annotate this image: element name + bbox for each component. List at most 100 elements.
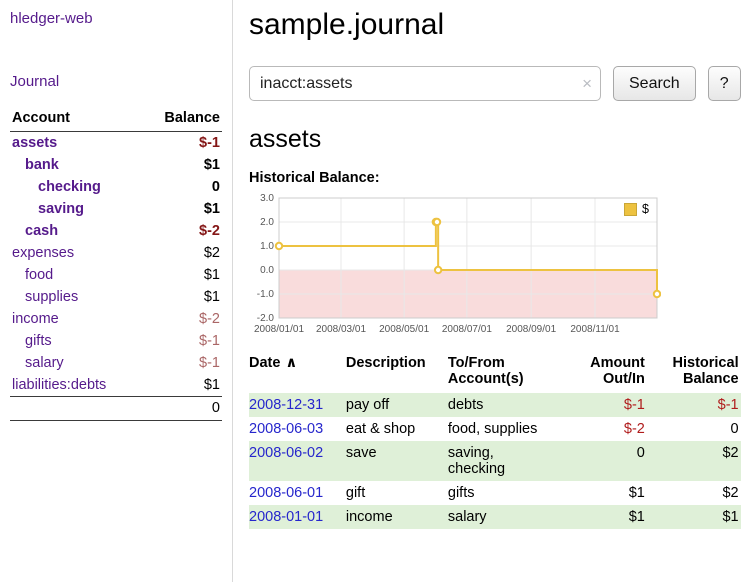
account-balance: $1 xyxy=(142,374,222,397)
register-row: 2008-06-01 gift gifts $1 $2 xyxy=(249,481,741,505)
account-balance: $-2 xyxy=(142,220,222,242)
svg-text:2.0: 2.0 xyxy=(260,217,274,228)
accounts-header-balance: Balance xyxy=(142,106,222,132)
transaction-date-link[interactable]: 2008-06-02 xyxy=(249,445,323,461)
account-heading: assets xyxy=(249,125,741,154)
register-row: 2008-06-02 save saving, checking 0 $2 xyxy=(249,441,741,481)
account-link[interactable]: assets xyxy=(12,135,57,151)
register-table: Date∧ Description To/From Account(s) Amo… xyxy=(249,353,741,529)
register-header-amount: Amount Out/In xyxy=(575,353,653,393)
transaction-balance: 0 xyxy=(653,417,741,441)
svg-text:2008/01/01: 2008/01/01 xyxy=(254,324,304,335)
search-input[interactable] xyxy=(249,66,601,101)
search-box: × xyxy=(249,66,601,101)
page-title: sample.journal xyxy=(249,8,741,42)
register-header-balance: Historical Balance xyxy=(653,353,741,393)
account-balance: $1 xyxy=(142,286,222,308)
accounts-table: Account Balance assets $-1 bank $1 check… xyxy=(10,106,222,421)
account-link[interactable]: checking xyxy=(38,179,101,195)
account-balance: $-1 xyxy=(142,330,222,352)
accounts-total-spacer xyxy=(10,397,142,421)
account-row: liabilities:debts $1 xyxy=(10,374,222,397)
register-header-row: Date∧ Description To/From Account(s) Amo… xyxy=(249,353,741,393)
account-link[interactable]: expenses xyxy=(12,245,74,261)
transaction-date-cell: 2008-06-02 xyxy=(249,441,346,481)
app-title-link[interactable]: hledger-web xyxy=(10,10,222,27)
account-name-cell: checking xyxy=(10,176,142,198)
svg-text:1.0: 1.0 xyxy=(260,241,274,252)
register-header-accounts: To/From Account(s) xyxy=(448,353,575,393)
svg-text:2008/07/01: 2008/07/01 xyxy=(442,324,492,335)
account-balance: $-2 xyxy=(142,308,222,330)
transaction-accounts: debts xyxy=(448,393,575,417)
transaction-accounts: salary xyxy=(448,505,575,529)
transaction-description: income xyxy=(346,505,448,529)
account-balance: $2 xyxy=(142,242,222,264)
transaction-date-link[interactable]: 2008-12-31 xyxy=(249,397,323,413)
accounts-header-row: Account Balance xyxy=(10,106,222,132)
transaction-date-link[interactable]: 2008-06-03 xyxy=(249,421,323,437)
transaction-amount: $-2 xyxy=(575,417,653,441)
transaction-date-link[interactable]: 2008-01-01 xyxy=(249,509,323,525)
account-link[interactable]: supplies xyxy=(25,289,78,305)
account-link[interactable]: food xyxy=(25,267,53,283)
account-balance: $1 xyxy=(142,198,222,220)
account-row: salary $-1 xyxy=(10,352,222,374)
account-row: expenses $2 xyxy=(10,242,222,264)
register-header-date-label: Date xyxy=(249,355,280,371)
account-balance: 0 xyxy=(142,176,222,198)
account-row: gifts $-1 xyxy=(10,330,222,352)
sidebar-item-journal[interactable]: Journal xyxy=(10,73,222,90)
transaction-balance: $2 xyxy=(653,481,741,505)
balance-chart: 3.02.01.00.0-1.0-2.02008/01/012008/03/01… xyxy=(249,192,661,343)
account-name-cell: salary xyxy=(10,352,142,374)
account-name-cell: income xyxy=(10,308,142,330)
transaction-accounts: food, supplies xyxy=(448,417,575,441)
svg-text:-2.0: -2.0 xyxy=(257,313,275,324)
accounts-total-row: 0 xyxy=(10,397,222,421)
main-content: sample.journal × Search ? assets Histori… xyxy=(233,0,742,582)
account-link[interactable]: salary xyxy=(25,355,64,371)
transaction-description: eat & shop xyxy=(346,417,448,441)
hledger-web-app: hledger-web Journal Account Balance asse… xyxy=(0,0,742,582)
transaction-balance: $2 xyxy=(653,441,741,481)
account-link[interactable]: cash xyxy=(25,223,58,239)
account-name-cell: cash xyxy=(10,220,142,242)
accounts-total-value: 0 xyxy=(142,397,222,421)
account-row: supplies $1 xyxy=(10,286,222,308)
transaction-date-cell: 2008-06-03 xyxy=(249,417,346,441)
transaction-amount: $1 xyxy=(575,481,653,505)
account-link[interactable]: liabilities:debts xyxy=(12,377,106,393)
account-link[interactable]: income xyxy=(12,311,59,327)
account-link[interactable]: saving xyxy=(38,201,84,217)
search-button[interactable]: Search xyxy=(613,66,696,101)
account-link[interactable]: gifts xyxy=(25,333,52,349)
search-form: × Search ? xyxy=(249,66,741,101)
account-row: food $1 xyxy=(10,264,222,286)
transaction-accounts: gifts xyxy=(448,481,575,505)
svg-text:-1.0: -1.0 xyxy=(257,289,275,300)
account-balance: $-1 xyxy=(142,352,222,374)
account-row: saving $1 xyxy=(10,198,222,220)
register-table-body: 2008-12-31 pay off debts $-1 $-1 2008-06… xyxy=(249,393,741,529)
account-name-cell: gifts xyxy=(10,330,142,352)
register-row: 2008-12-31 pay off debts $-1 $-1 xyxy=(249,393,741,417)
balance-chart-svg: 3.02.01.00.0-1.0-2.02008/01/012008/03/01… xyxy=(249,192,661,340)
register-header-date[interactable]: Date∧ xyxy=(249,353,346,393)
transaction-amount: 0 xyxy=(575,441,653,481)
transaction-date-link[interactable]: 2008-06-01 xyxy=(249,485,323,501)
account-link[interactable]: bank xyxy=(25,157,59,173)
svg-text:2008/05/01: 2008/05/01 xyxy=(379,324,429,335)
chart-legend: $ xyxy=(621,201,652,217)
svg-text:0.0: 0.0 xyxy=(260,265,274,276)
account-name-cell: food xyxy=(10,264,142,286)
transaction-balance: $-1 xyxy=(653,393,741,417)
account-balance: $-1 xyxy=(142,132,222,155)
transaction-amount: $-1 xyxy=(575,393,653,417)
account-name-cell: liabilities:debts xyxy=(10,374,142,397)
help-button[interactable]: ? xyxy=(708,66,741,101)
account-balance: $1 xyxy=(142,264,222,286)
accounts-table-body: assets $-1 bank $1 checking 0 saving $1 … xyxy=(10,132,222,397)
clear-search-icon[interactable]: × xyxy=(582,74,592,91)
register-header-description: Description xyxy=(346,353,448,393)
